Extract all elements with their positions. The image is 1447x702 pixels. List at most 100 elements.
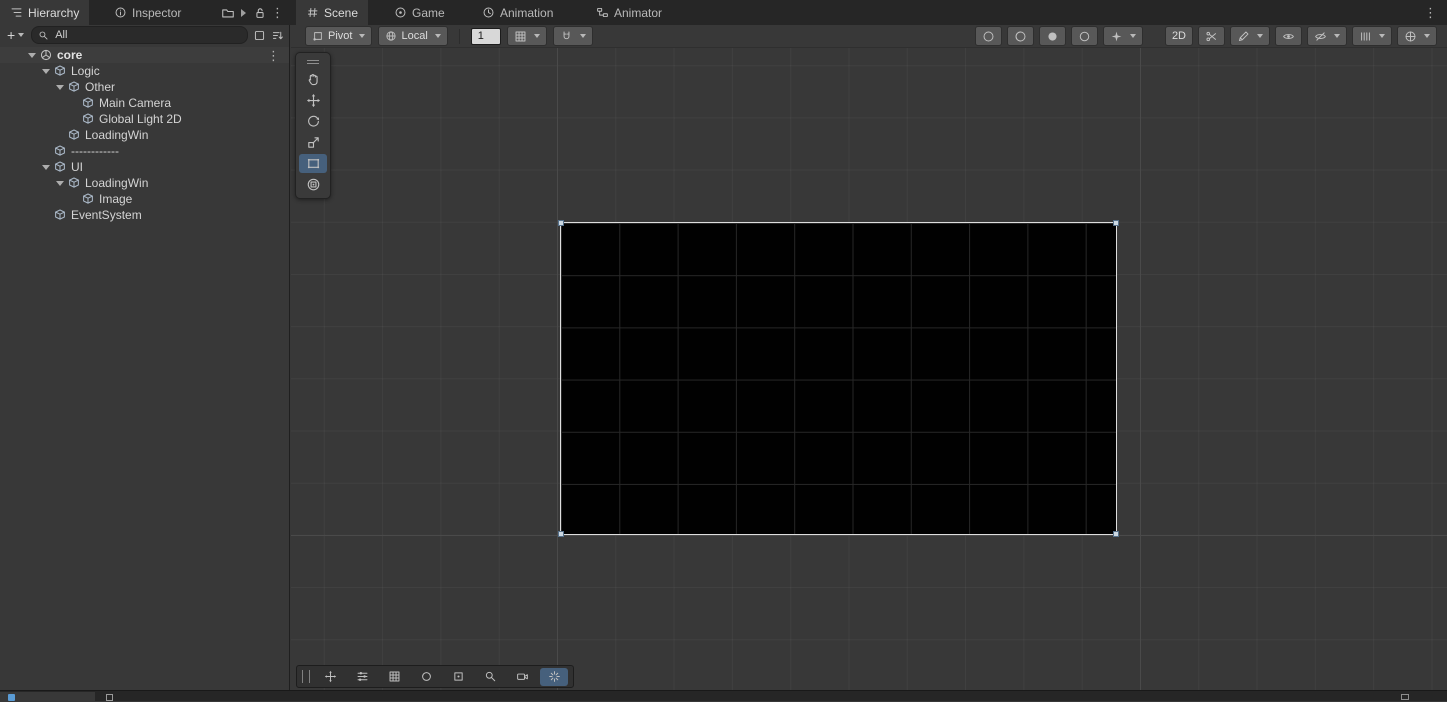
gameobject-icon [83, 113, 93, 124]
animator-tab-icon [597, 7, 608, 18]
tab-inspector[interactable]: Inspector [104, 0, 191, 25]
overlay-camera-button[interactable] [508, 668, 536, 686]
hierarchy-row-logic[interactable]: Logic [0, 63, 289, 79]
scene-asset-icon [40, 49, 52, 61]
palette-drag-handle[interactable] [296, 56, 330, 68]
effects-toggle-button[interactable] [1070, 26, 1098, 46]
row-label: LoadingWin [85, 128, 149, 142]
plus-icon: + [7, 27, 16, 43]
overlay-sprite-button[interactable] [444, 668, 472, 686]
scale-tool-button[interactable] [299, 133, 327, 152]
expander-icon[interactable] [40, 68, 52, 74]
lighting-toggle-button[interactable] [1006, 26, 1034, 46]
hierarchy-row-loadingwin-logic[interactable]: LoadingWin [0, 127, 289, 143]
grid-major-vline [1140, 47, 1141, 690]
expander-icon[interactable] [54, 180, 66, 186]
hierarchy-row-other[interactable]: Other [0, 79, 289, 95]
folder-icon[interactable] [221, 0, 235, 25]
marker-options-button[interactable] [1230, 26, 1270, 46]
grid-icon [389, 671, 399, 682]
row-label: UI [71, 160, 83, 174]
scene-options-icon[interactable]: ⋮ [267, 49, 280, 62]
rect-handle-bottom-right[interactable] [1113, 531, 1119, 537]
tab-scene[interactable]: Scene [296, 0, 369, 25]
transform-tool-button[interactable] [299, 175, 327, 194]
gizmos-button[interactable] [1397, 26, 1437, 46]
rect-handle-top-left[interactable] [558, 220, 564, 226]
hierarchy-row-separator[interactable]: ------------ [0, 143, 289, 159]
hierarchy-icon [11, 8, 22, 17]
orientation-button[interactable]: Local [378, 26, 448, 46]
hierarchy-row-eventsystem[interactable]: EventSystem [0, 207, 289, 223]
effects-options-button[interactable] [1102, 26, 1143, 46]
tab-label: Inspector [132, 5, 182, 20]
move-tool-button[interactable] [299, 91, 327, 110]
hierarchy-row-global-light[interactable]: Global Light 2D [0, 111, 289, 127]
create-object-button[interactable]: + [5, 27, 26, 43]
chevron-right-icon[interactable] [241, 0, 246, 25]
sliders-icon [357, 672, 367, 681]
orientation-label: Local [401, 30, 428, 42]
expander-icon[interactable] [54, 84, 66, 90]
increment-snap-button[interactable] [552, 26, 593, 46]
expander-icon[interactable] [40, 164, 52, 170]
scene-visibility-button[interactable] [1275, 26, 1302, 46]
magnifier-icon [39, 31, 48, 39]
toolbar-divider [458, 28, 460, 44]
view-hand-tool-button[interactable] [299, 70, 327, 89]
ui-canvas-rect[interactable] [558, 220, 1119, 537]
row-label: core [57, 48, 83, 62]
grid-snap-button[interactable] [506, 26, 547, 46]
panel-menu-icon[interactable]: ⋮ [271, 0, 284, 25]
gameobject-icon [83, 193, 93, 204]
magnifier-icon [485, 671, 495, 682]
scene-toolbar: Pivot Local 1 2D [291, 25, 1447, 47]
pivot-button[interactable]: Pivot [305, 26, 373, 46]
move-icon [306, 93, 320, 108]
gameobject-icon [69, 177, 79, 188]
rect-tool-button[interactable] [299, 154, 327, 173]
hierarchy-row-loadingwin-ui[interactable]: LoadingWin [0, 175, 289, 191]
gameobject-icon [55, 145, 65, 156]
tab-label: Animator [614, 5, 663, 20]
hierarchy-search[interactable] [31, 26, 248, 44]
columns-icon [1361, 31, 1370, 41]
mode-2d-button[interactable]: 2D [1164, 26, 1193, 46]
visibility-options-button[interactable] [1307, 26, 1347, 46]
scene-view[interactable] [291, 47, 1447, 690]
hierarchy-row-core[interactable]: core ⋮ [0, 47, 289, 63]
tab-animator[interactable]: Animator [586, 0, 672, 25]
overlay-drag-handle[interactable] [302, 670, 310, 683]
lock-icon[interactable] [253, 0, 267, 25]
shading-mode-button[interactable] [974, 26, 1002, 46]
sort-icon[interactable] [271, 29, 284, 42]
rect-handle-top-right[interactable] [1113, 220, 1119, 226]
rotate-tool-button[interactable] [299, 112, 327, 131]
shaded-sphere-icon [983, 31, 994, 41]
row-label: Global Light 2D [99, 112, 182, 126]
gizmo-globe-icon [1405, 31, 1416, 41]
overlay-grid-button[interactable] [380, 668, 408, 686]
overlay-search-button[interactable] [476, 668, 504, 686]
grid-visual-button[interactable] [1352, 26, 1392, 46]
overlay-particles-button[interactable] [540, 667, 568, 686]
hierarchy-row-main-camera[interactable]: Main Camera [0, 95, 289, 111]
expander-icon[interactable] [26, 52, 38, 58]
overlay-settings-button[interactable] [348, 668, 376, 686]
gameobject-icon [55, 161, 65, 172]
snap-value-field[interactable]: 1 [470, 27, 501, 45]
move-icon [324, 670, 336, 683]
hierarchy-row-image[interactable]: Image [0, 191, 289, 207]
tab-hierarchy[interactable]: Hierarchy [0, 0, 90, 25]
hierarchy-row-ui[interactable]: UI [0, 159, 289, 175]
rect-handle-bottom-left[interactable] [558, 531, 564, 537]
overlay-orientation-button[interactable] [412, 668, 440, 686]
search-input[interactable] [53, 28, 241, 42]
tab-animation[interactable]: Animation [472, 0, 563, 25]
overlay-move-button[interactable] [316, 668, 344, 686]
mute-audio-button[interactable] [1198, 26, 1225, 46]
frame-select-icon[interactable] [253, 29, 266, 42]
window-menu-icon[interactable]: ⋮ [1424, 0, 1437, 25]
audio-toggle-button[interactable] [1038, 26, 1066, 46]
tab-game[interactable]: Game [384, 0, 455, 25]
